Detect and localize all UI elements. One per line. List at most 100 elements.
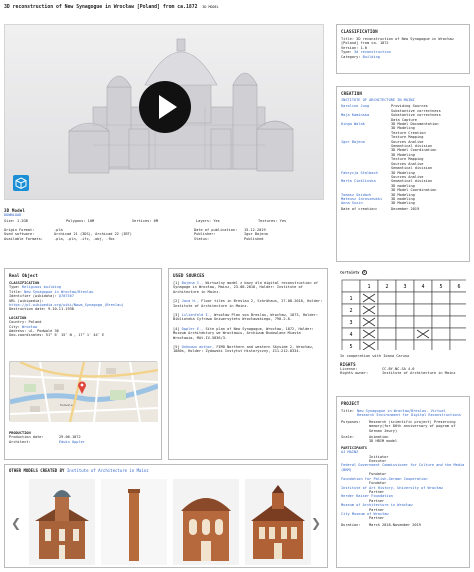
model-type-badge: 3D MODEL xyxy=(202,5,219,9)
source-item: [5] Unknown author, FIMO Northern and we… xyxy=(173,345,323,354)
certainty-cell xyxy=(431,291,451,305)
play-button[interactable] xyxy=(139,81,191,133)
certainty-cell xyxy=(377,291,397,305)
sources-list: [1] Bajena I., Wirtualny model z bazy dl… xyxy=(173,281,323,354)
play-icon xyxy=(159,95,177,119)
creation-person-name[interactable]: Anna Suzin xyxy=(341,201,391,205)
certainty-grid: 1 2 3 4 5 6 1 2 3 4 5 xyxy=(341,279,469,353)
location-map[interactable]: Podwale xyxy=(9,360,159,423)
certainty-row-label: 1 xyxy=(349,296,352,302)
source-item: [2] Jaca H., Floor tiles in Breslau 2, S… xyxy=(173,299,323,308)
certainty-cell xyxy=(377,327,397,341)
certainty-row-label: 2 xyxy=(349,308,352,314)
real-object-panel: Real Object CLASSIFICATION Type: Religio… xyxy=(4,268,162,460)
creation-heading: CREATION xyxy=(341,91,362,96)
rights-panel: RIGHTS License: CC-BY-NC-SA 4.0 Rights ow… xyxy=(340,362,470,388)
source-item: [4] Oppler E., Site plan of New Synagogu… xyxy=(173,327,323,340)
chevron-left-icon[interactable]: ❮ xyxy=(11,515,23,531)
certainty-cell xyxy=(431,303,451,317)
page-title: 3D reconstruction of New Synagogue in Wr… xyxy=(4,5,219,10)
certainty-cell xyxy=(395,303,415,317)
used-sources-panel: USED SOURCES [1] Bajena I., Wirtualny mo… xyxy=(168,268,328,460)
chevron-right-icon[interactable]: ❯ xyxy=(311,515,323,531)
model-available-formats: Available Formats: .pla, .pln, .ifc, .obj… xyxy=(4,236,115,241)
source-author[interactable]: Lilienfeld I., xyxy=(182,313,212,317)
other-models-panel: OTHER MODELS CREATED BY Institute of Arc… xyxy=(4,464,328,568)
certainty-cell xyxy=(431,339,451,353)
certainty-cell xyxy=(449,303,469,317)
certainty-cell xyxy=(413,339,433,353)
certainty-cell xyxy=(413,315,433,329)
certainty-cell xyxy=(449,327,469,341)
project-scale: Scale: Animation 3D HBIM model xyxy=(341,435,398,444)
source-item: [1] Bajena I., Wirtualny model z bazy dl… xyxy=(173,281,323,294)
certainty-col-label: 4 xyxy=(421,284,424,290)
certainty-cell xyxy=(377,339,397,353)
certainty-cell xyxy=(377,303,397,317)
download-link[interactable]: DOWNLOAD xyxy=(4,213,324,217)
project-panel: PROJECT Title: New Synagogue in Wrocław/B… xyxy=(336,396,470,568)
certainty-col-label: 5 xyxy=(439,284,442,290)
certainty-heading: Certainty i xyxy=(340,270,367,275)
model-stats: Size: 1.2GB Polygons: 10M Vertices: 6M L… xyxy=(4,219,287,224)
creation-institute[interactable]: INSTITUTE OF ARCHITECTURE IN MAINZ xyxy=(341,98,465,102)
project-heading: PROJECT xyxy=(341,401,360,406)
certainty-cell xyxy=(359,339,379,353)
certainty-row-label: 4 xyxy=(349,332,352,338)
source-number: [3] xyxy=(173,313,180,318)
certainty-cell xyxy=(449,291,469,305)
certainty-cell xyxy=(395,339,415,353)
source-author[interactable]: Bajena I., xyxy=(182,281,204,285)
map-image xyxy=(9,360,159,423)
certainty-row-label: 3 xyxy=(349,320,352,326)
model-info: 3D Model DOWNLOAD Size: 1.2GB Polygons: … xyxy=(4,208,324,260)
participants-list: AI MAINZ Initiator Executor Federal Governm… xyxy=(341,450,465,521)
certainty-cell xyxy=(413,291,433,305)
source-author[interactable]: Jaca H., xyxy=(182,299,199,303)
real-object-destruction: Destruction date: 9-10.11.1938 xyxy=(9,307,74,312)
participant-role: Partner xyxy=(369,516,385,521)
other-model-thumb-4[interactable] xyxy=(245,479,311,565)
certainty-col-label: 6 xyxy=(457,284,460,290)
location-coordinates: Geo-coordinates: 51° 6′ 15″ N , 17° 1′ 4… xyxy=(9,333,105,338)
production-architect: Architect: Edwin Oppler xyxy=(9,439,85,444)
certainty-cell xyxy=(431,315,451,329)
creation-person-row: Anna Suzin 3D Modeling xyxy=(341,201,465,205)
classification-title: Title: 3D reconstruction of New Synagogu… xyxy=(341,37,454,46)
info-icon[interactable]: i xyxy=(361,270,367,275)
certainty-note: In cooperation with Ioana Caruso xyxy=(340,354,410,358)
certainty-cell xyxy=(341,279,361,293)
certainty-cell xyxy=(449,339,469,353)
classification-heading: CLASSIFICATION xyxy=(341,29,378,34)
certainty-row-label: 5 xyxy=(349,344,352,350)
certainty-col-label: 1 xyxy=(367,284,370,290)
certainty-cell xyxy=(449,315,469,329)
other-model-thumb-2[interactable] xyxy=(101,479,167,565)
production-section: PRODUCTION Production date: 29.06.1872 Ar… xyxy=(9,431,159,444)
certainty-cell xyxy=(395,315,415,329)
source-author[interactable]: Oppler E., xyxy=(182,327,204,331)
source-number: [2] xyxy=(173,299,180,304)
project-purposes: Purposes: Research (scientific project) P… xyxy=(341,419,456,433)
source-item: [3] Lilienfeld I., Wrocław Plan von Bres… xyxy=(173,313,323,322)
creation-panel: CREATION INSTITUTE OF ARCHITECTURE IN MA… xyxy=(336,86,470,262)
source-number: [1] xyxy=(173,281,180,285)
certainty-cell xyxy=(377,315,397,329)
creation-date: Date of creation: December 2019 xyxy=(341,206,420,211)
cube-icon[interactable] xyxy=(13,175,29,191)
certainty-cell xyxy=(413,303,433,317)
map-road-label: Podwale xyxy=(60,403,73,407)
source-number: [4] xyxy=(173,326,180,331)
project-title: Title: New Synagogue in Wrocław/Breslau. … xyxy=(341,409,461,418)
other-models-heading: OTHER MODELS CREATED BY Institute of Arc… xyxy=(9,468,149,473)
certainty-cell xyxy=(431,327,451,341)
page: { "title":"3D reconstruction of New Syna… xyxy=(0,0,474,572)
other-model-thumb-1[interactable] xyxy=(29,479,95,565)
model-viewer[interactable] xyxy=(4,24,324,200)
real-object-heading: Real Object xyxy=(9,273,38,278)
project-duration: Duration: March 2018-November 2019 xyxy=(341,522,421,527)
creation-person-role: 3D Modeling xyxy=(391,201,415,206)
participant-name[interactable]: Federal Government Commissioner for Cult… xyxy=(341,463,465,472)
other-model-thumb-3[interactable] xyxy=(173,479,239,565)
model-status: Status: Published xyxy=(194,236,264,241)
